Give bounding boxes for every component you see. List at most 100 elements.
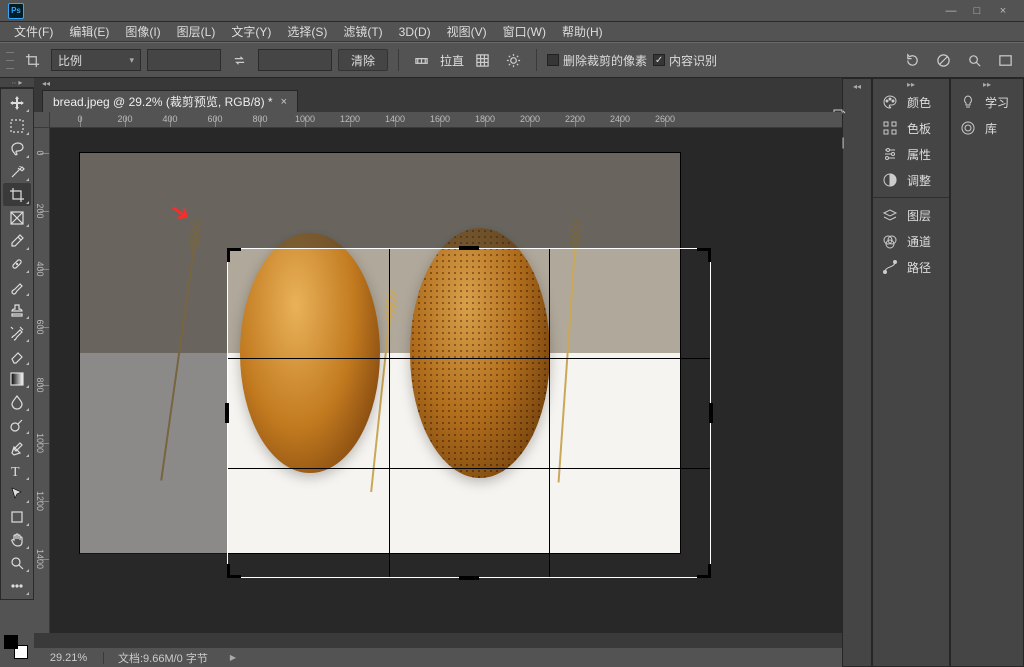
crop-handle-tl[interactable] [227,248,241,262]
document-tab[interactable]: bread.jpeg @ 29.2% (裁剪预览, RGB/8) * × [42,90,298,112]
overlay-options-icon[interactable] [470,49,495,71]
close-tab-icon[interactable]: × [281,96,287,108]
share-frame-icon[interactable] [993,49,1018,71]
search-icon[interactable] [962,49,987,71]
clone-stamp-tool[interactable] [3,298,31,321]
spot-heal-tool[interactable] [3,252,31,275]
crop-handle-br[interactable] [697,564,711,578]
eraser-tool[interactable] [3,344,31,367]
dock-collapse-handle[interactable]: ▸▸ [873,79,949,89]
learn-panel-icon [959,93,977,111]
menu-9[interactable]: 窗口(W) [495,22,554,41]
menu-1[interactable]: 编辑(E) [61,22,117,41]
menu-5[interactable]: 选择(S) [279,22,335,41]
swatches-panel-icon [881,119,899,137]
window-close-button[interactable]: × [990,4,1016,18]
move-tool[interactable] [3,91,31,114]
document-info[interactable]: 文档:9.66M/0 字节 [104,650,222,666]
dock-collapse-handle[interactable]: ◂◂ [853,81,861,91]
document-tabs-collapse[interactable]: ◂◂ [34,78,842,88]
adjustments-panel[interactable]: 调整 [873,167,949,193]
crop-tool-preset-icon[interactable] [20,49,45,71]
crop-handle-left[interactable] [225,403,229,423]
layers-panel[interactable]: 图层 [873,202,949,228]
menu-0[interactable]: 文件(F) [6,22,61,41]
cancel-crop-icon[interactable] [931,49,956,71]
menu-6[interactable]: 滤镜(T) [335,22,390,41]
title-bar: Ps — □ × [0,0,1024,22]
window-maximize-button[interactable]: □ [964,4,990,18]
toolbox-collapse-handle[interactable]: ∙∙ ▸ [0,78,34,88]
marquee-tool[interactable] [3,114,31,137]
document-tab-bar: bread.jpeg @ 29.2% (裁剪预览, RGB/8) * × [34,88,842,112]
crop-handle-tr[interactable] [697,248,711,262]
crop-marquee[interactable] [228,249,710,577]
dodge-tool[interactable] [3,413,31,436]
path-select-tool[interactable] [3,482,31,505]
crop-ratio-select[interactable]: 比例 ▾ [51,49,141,71]
color-panel-icon [881,93,899,111]
menu-7[interactable]: 3D(D) [391,22,439,41]
foreground-color-swatch[interactable] [4,635,18,649]
channels-panel[interactable]: 通道 [873,228,949,254]
horizontal-scrollbar[interactable] [34,633,842,647]
clear-button[interactable]: 清除 [338,49,388,71]
crop-handle-bottom[interactable] [459,576,479,580]
menu-bar: 文件(F)编辑(E)图像(I)图层(L)文字(Y)选择(S)滤镜(T)3D(D)… [0,22,1024,42]
zoom-level[interactable]: 29.21% [34,652,104,664]
zoom-tool[interactable] [3,551,31,574]
crop-tool[interactable] [3,183,31,206]
properties-panel[interactable]: 属性 [873,141,949,167]
window-minimize-button[interactable]: — [938,4,964,18]
menu-10[interactable]: 帮助(H) [554,22,611,41]
crop-width-input[interactable] [147,49,221,71]
canvas[interactable]: ➔ [50,128,842,633]
blur-tool[interactable] [3,390,31,413]
history-brush-tool[interactable] [3,321,31,344]
horizontal-ruler[interactable]: 0200400600800100012001400160018002000220… [50,112,842,128]
frame-tool[interactable] [3,206,31,229]
right-dock: ◂◂ A|¶ ▸▸ 颜色色板属性调整图层通道路径 ▸▸ 学习库 [842,78,1024,667]
crop-shade [80,249,228,577]
reset-crop-icon[interactable] [900,49,925,71]
eyedropper-tool[interactable] [3,229,31,252]
brush-tool[interactable] [3,275,31,298]
status-bar: 29.21% 文档:9.66M/0 字节 ▶ [34,647,842,667]
foreground-background-swatches[interactable] [4,631,28,663]
swap-dimensions-button[interactable] [227,49,252,71]
crop-handle-right[interactable] [709,403,713,423]
menu-2[interactable]: 图像(I) [117,22,168,41]
gradient-tool[interactable] [3,367,31,390]
crop-handle-top[interactable] [459,246,479,250]
libraries-panel[interactable]: 库 [951,115,1023,141]
crop-height-input[interactable] [258,49,332,71]
content-aware-checkbox[interactable]: ✓ 内容识别 [653,52,717,69]
options-bar-grip[interactable] [6,48,14,72]
menu-4[interactable]: 文字(Y) [223,22,279,41]
straighten-icon[interactable] [409,49,434,71]
color-panel[interactable]: 颜色 [873,89,949,115]
svg-text:T: T [11,465,20,479]
delete-cropped-checkbox[interactable]: 删除裁剪的像素 [547,52,647,69]
swatches-panel[interactable]: 色板 [873,115,949,141]
lasso-tool[interactable] [3,137,31,160]
shape-tool[interactable] [3,505,31,528]
crop-options-gear-icon[interactable] [501,49,526,71]
type-tool[interactable]: T [3,459,31,482]
menu-3[interactable]: 图层(L) [169,22,224,41]
quick-select-tool[interactable] [3,160,31,183]
layers-panel-icon [881,206,899,224]
dock-collapse-handle[interactable]: ▸▸ [951,79,1023,89]
pen-tool[interactable] [3,436,31,459]
crop-handle-bl[interactable] [227,564,241,578]
paths-panel[interactable]: 路径 [873,254,949,280]
menu-8[interactable]: 视图(V) [439,22,495,41]
hand-tool[interactable] [3,528,31,551]
edit-toolbar[interactable] [3,574,31,597]
document-tab-title: bread.jpeg @ 29.2% (裁剪预览, RGB/8) * [53,93,273,110]
vertical-ruler[interactable]: 0200400600800100012001400 [34,128,50,633]
learn-panel[interactable]: 学习 [951,89,1023,115]
status-info-menu-icon[interactable]: ▶ [222,653,244,662]
paths-panel-icon [881,258,899,276]
ruler-origin[interactable] [34,112,50,128]
